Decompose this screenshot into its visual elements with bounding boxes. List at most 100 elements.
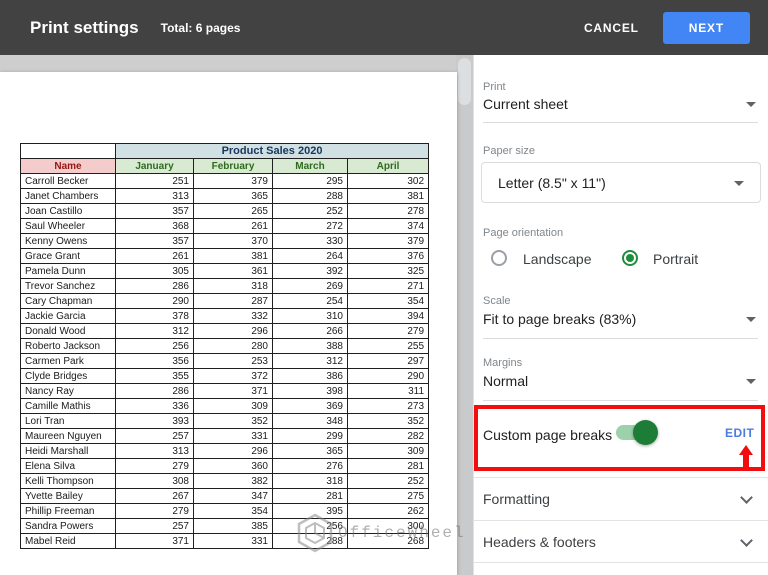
preview-scrollbar-track[interactable] (456, 55, 473, 575)
row-value-cell: 352 (346, 413, 430, 429)
chevron-down-icon[interactable] (746, 317, 756, 322)
row-value-cell: 269 (272, 278, 348, 294)
table-row: Trevor Sanchez 286 318 269 271 (20, 278, 430, 294)
row-value-cell: 370 (193, 233, 273, 249)
custom-page-breaks-toggle[interactable] (616, 420, 658, 445)
row-value-cell: 275 (346, 488, 430, 504)
row-value-cell: 279 (115, 458, 194, 474)
row-value-cell: 357 (115, 203, 194, 219)
row-name-cell: Nancy Ray (20, 383, 116, 399)
row-value-cell: 287 (193, 293, 273, 309)
row-value-cell: 272 (272, 218, 348, 234)
orientation-options: Landscape Portrait (483, 249, 753, 269)
chevron-down-icon[interactable] (746, 379, 756, 384)
row-value-cell: 276 (272, 458, 348, 474)
row-value-cell: 281 (346, 458, 430, 474)
toggle-knob (633, 420, 658, 445)
row-value-cell: 398 (272, 383, 348, 399)
row-value-cell: 332 (193, 308, 273, 324)
table-row: Lori Tran 393 352 348 352 (20, 413, 430, 429)
row-value-cell: 355 (115, 368, 194, 384)
table-row: Roberto Jackson 256 280 388 255 (20, 338, 430, 354)
landscape-label[interactable]: Landscape (523, 251, 592, 267)
row-value-cell: 354 (193, 503, 273, 519)
margins-dropdown[interactable]: Normal (483, 373, 528, 389)
row-value-cell: 336 (115, 398, 194, 414)
row-value-cell: 262 (346, 503, 430, 519)
edit-page-breaks-link[interactable]: EDIT (725, 426, 754, 440)
row-value-cell: 281 (272, 488, 348, 504)
row-value-cell: 365 (193, 188, 273, 204)
scale-dropdown[interactable]: Fit to page breaks (83%) (483, 311, 636, 327)
table-row: Janet Chambers 313 365 288 381 (20, 188, 430, 204)
table-row: Mabel Reid 371 331 288 268 (20, 533, 430, 549)
page-title: Print settings (30, 17, 139, 37)
row-value-cell: 393 (115, 413, 194, 429)
preview-scrollbar-thumb[interactable] (458, 58, 471, 105)
row-name-cell: Pamela Dunn (20, 263, 116, 279)
row-value-cell: 310 (272, 308, 348, 324)
table-row: Heidi Marshall 313 296 365 309 (20, 443, 430, 459)
row-value-cell: 264 (272, 248, 348, 264)
red-arrow-annotation (738, 445, 754, 469)
column-header-name: Name (20, 158, 116, 174)
row-value-cell: 278 (346, 203, 430, 219)
row-value-cell: 261 (115, 248, 194, 264)
table-row: Kenny Owens 357 370 330 379 (20, 233, 430, 249)
paper-size-value: Letter (8.5" x 11") (498, 174, 606, 191)
row-value-cell: 282 (346, 428, 430, 444)
row-value-cell: 309 (193, 398, 273, 414)
divider (483, 122, 758, 123)
row-value-cell: 365 (272, 443, 348, 459)
row-value-cell: 257 (115, 518, 194, 534)
row-name-cell: Carroll Becker (20, 173, 116, 189)
headers-footers-section-header[interactable]: Headers & footers (483, 534, 596, 550)
table-row: Camille Mathis 336 309 369 273 (20, 398, 430, 414)
landscape-radio[interactable] (491, 250, 507, 266)
row-value-cell: 256 (272, 518, 348, 534)
portrait-radio[interactable] (622, 250, 638, 266)
chevron-down-icon[interactable] (740, 534, 753, 547)
row-value-cell: 369 (272, 398, 348, 414)
print-preview-pane: Product Sales 2020 Name January February… (0, 55, 473, 575)
row-value-cell: 300 (346, 518, 430, 534)
paper-size-dropdown[interactable]: Letter (8.5" x 11") (481, 162, 761, 203)
formatting-section-header[interactable]: Formatting (483, 491, 550, 507)
cancel-button[interactable]: CANCEL (584, 21, 639, 35)
row-value-cell: 371 (115, 533, 194, 549)
row-value-cell: 305 (115, 263, 194, 279)
row-value-cell: 280 (193, 338, 273, 354)
row-name-cell: Jackie Garcia (20, 308, 116, 324)
table-title-row: Product Sales 2020 (20, 143, 430, 159)
row-value-cell: 356 (115, 353, 194, 369)
preview-page: Product Sales 2020 Name January February… (0, 72, 457, 575)
next-button[interactable]: NEXT (662, 11, 750, 44)
chevron-down-icon (734, 181, 744, 186)
row-value-cell: 268 (346, 533, 430, 549)
row-value-cell: 385 (193, 518, 273, 534)
row-value-cell: 361 (193, 263, 273, 279)
row-value-cell: 288 (272, 188, 348, 204)
row-value-cell: 297 (346, 353, 430, 369)
print-dropdown[interactable]: Current sheet (483, 96, 568, 112)
portrait-label[interactable]: Portrait (653, 251, 698, 267)
column-header-april: April (346, 158, 430, 174)
row-name-cell: Carmen Park (20, 353, 116, 369)
row-value-cell: 286 (115, 278, 194, 294)
table-row: Elena Silva 279 360 276 281 (20, 458, 430, 474)
row-name-cell: Elena Silva (20, 458, 116, 474)
row-name-cell: Camille Mathis (20, 398, 116, 414)
page-orientation-label: Page orientation (483, 227, 564, 239)
row-value-cell: 254 (272, 293, 348, 309)
row-value-cell: 318 (193, 278, 273, 294)
chevron-down-icon[interactable] (746, 102, 756, 107)
divider (483, 400, 758, 401)
table-row: Kelli Thompson 308 382 318 252 (20, 473, 430, 489)
chevron-down-icon[interactable] (740, 491, 753, 504)
table-row: Saul Wheeler 368 261 272 374 (20, 218, 430, 234)
row-value-cell: 261 (193, 218, 273, 234)
print-settings-header: Print settings Total: 6 pages CANCEL NEX… (0, 0, 768, 55)
row-value-cell: 296 (193, 443, 273, 459)
row-name-cell: Roberto Jackson (20, 338, 116, 354)
row-value-cell: 255 (346, 338, 430, 354)
